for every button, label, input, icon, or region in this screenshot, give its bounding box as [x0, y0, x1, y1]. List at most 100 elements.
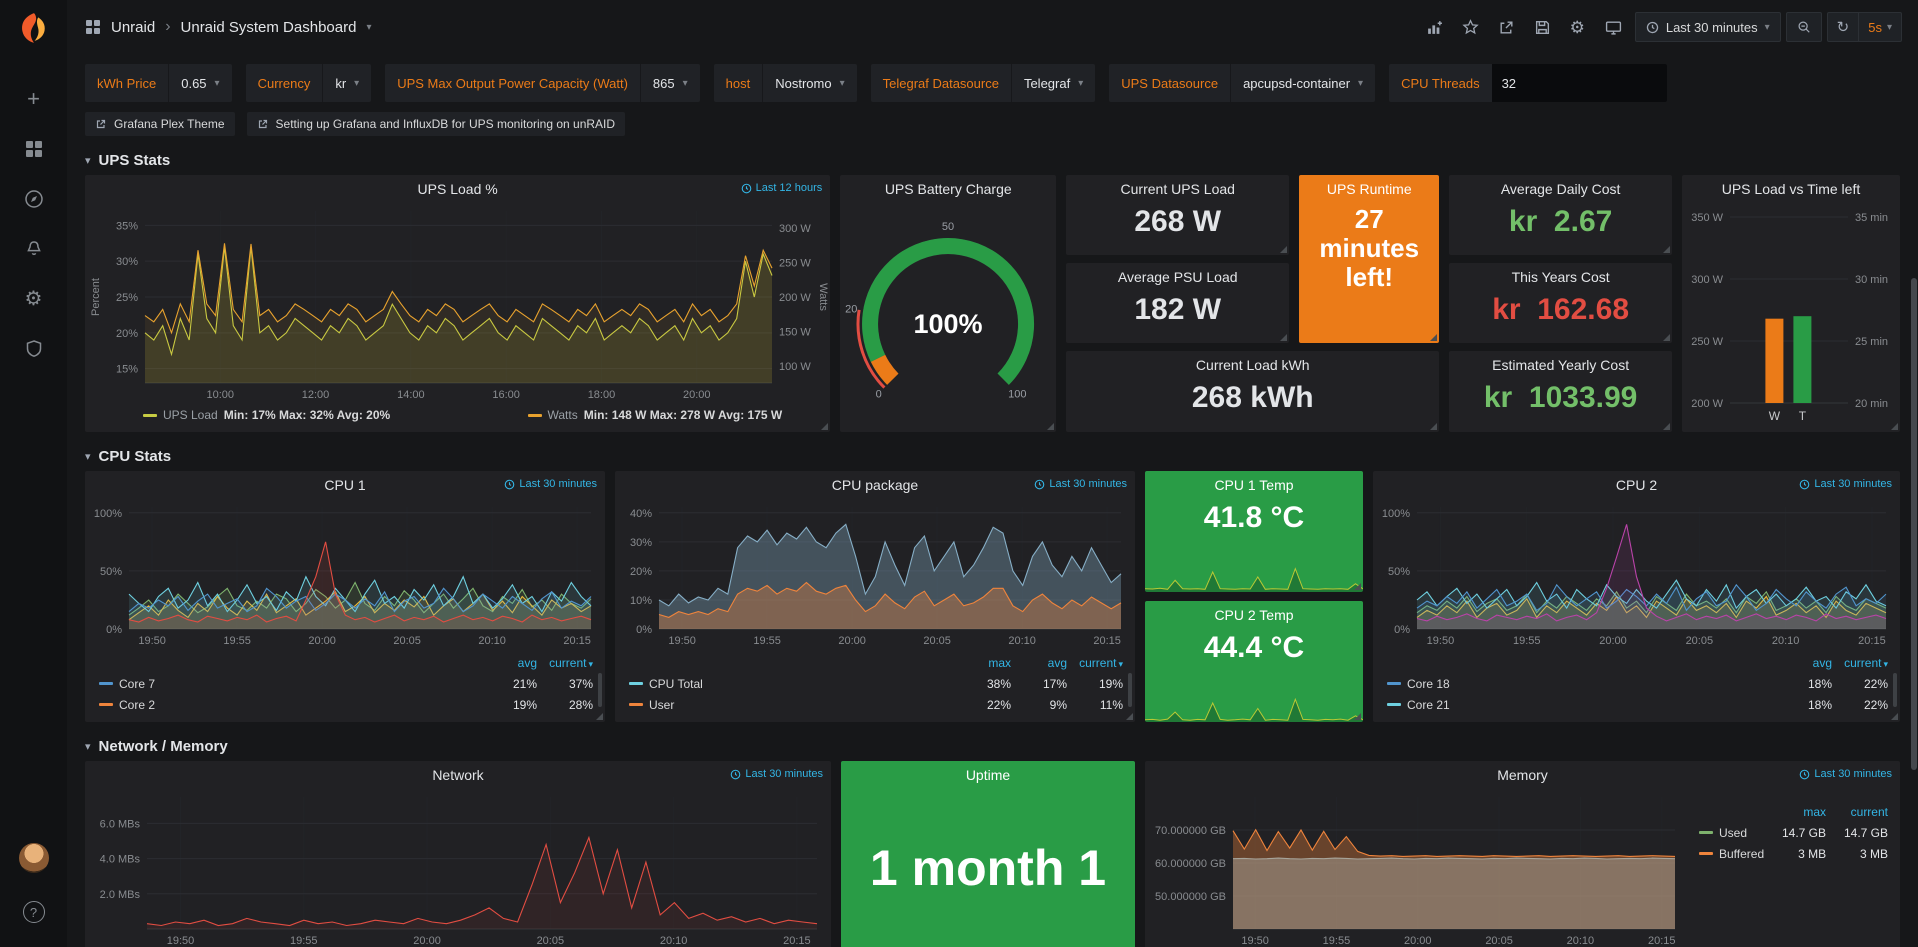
panel-resize-handle[interactable]: [1354, 713, 1361, 720]
breadcrumb-app[interactable]: Unraid: [111, 19, 155, 36]
variable-value-dropdown[interactable]: apcupsd-container▾: [1230, 64, 1375, 102]
sidebar-item-configuration[interactable]: ⚙: [12, 280, 56, 318]
panel-resize-handle[interactable]: [1663, 423, 1670, 430]
panel-resize-handle[interactable]: [1280, 334, 1287, 341]
sidebar-item-create[interactable]: +: [12, 80, 56, 118]
panel-resize-handle[interactable]: [1354, 583, 1361, 590]
panel-resize-handle[interactable]: [1047, 423, 1054, 430]
legend-sort-current[interactable]: current▾: [1832, 656, 1888, 670]
panel-time-range[interactable]: Last 30 minutes: [504, 478, 597, 490]
legend-scrollbar[interactable]: [1128, 673, 1132, 707]
panel-header[interactable]: UPS Battery Charge: [840, 175, 1056, 203]
panel-header[interactable]: Network Last 30 minutes: [85, 761, 831, 789]
legend-series-toggle[interactable]: Core 21: [1387, 698, 1776, 712]
legend-series-toggle[interactable]: Core 2: [99, 698, 481, 712]
add-panel-button[interactable]: [1419, 14, 1450, 41]
panel-time-range[interactable]: Last 30 minutes: [1799, 478, 1892, 490]
legend-series-toggle[interactable]: Used: [1699, 826, 1764, 840]
panel-resize-handle[interactable]: [1891, 423, 1898, 430]
panel-resize-handle[interactable]: [1126, 713, 1133, 720]
refresh-button[interactable]: ↻: [1828, 13, 1859, 41]
panel-header[interactable]: CPU 1 Last 30 minutes: [85, 471, 605, 499]
panel-header[interactable]: Uptime: [841, 761, 1135, 789]
panel-header[interactable]: This Years Cost: [1449, 263, 1672, 291]
panel-time-range[interactable]: Last 30 minutes: [1034, 478, 1127, 490]
panel-header[interactable]: Average Daily Cost: [1449, 175, 1672, 203]
legend-sort-avg[interactable]: avg: [1776, 656, 1832, 670]
cpu-threads-input[interactable]: [1492, 64, 1667, 102]
panel-resize-handle[interactable]: [1663, 334, 1670, 341]
panel-header[interactable]: CPU 2 Temp: [1145, 601, 1363, 629]
panel-header[interactable]: Estimated Yearly Cost: [1449, 351, 1672, 379]
legend-sort-max[interactable]: max: [1764, 805, 1826, 819]
sidebar-item-help[interactable]: ?: [12, 893, 56, 931]
variable-value-dropdown[interactable]: Telegraf▾: [1011, 64, 1095, 102]
refresh-interval-picker[interactable]: 5s ▾: [1858, 13, 1901, 41]
legend-sort-avg[interactable]: avg: [481, 656, 537, 670]
cpu2-chart[interactable]: 19:5019:5520:0020:0520:1020:15100%50%0%: [1373, 499, 1900, 649]
breadcrumb-dashboard-title[interactable]: Unraid System Dashboard: [181, 19, 357, 36]
panel-header[interactable]: Average PSU Load: [1066, 263, 1289, 291]
legend-series-toggle[interactable]: Core 7: [99, 677, 481, 691]
legend-sort-avg[interactable]: avg: [1011, 656, 1067, 670]
row-header-cpu-stats[interactable]: ▾ CPU Stats: [85, 448, 1900, 465]
panel-header[interactable]: UPS Load % Last 12 hours: [85, 175, 830, 203]
panel-resize-handle[interactable]: [1430, 423, 1437, 430]
cpu-package-chart[interactable]: 19:5019:5520:0020:0520:1020:1540%30%20%1…: [615, 499, 1135, 649]
panel-header[interactable]: UPS Load vs Time left: [1682, 175, 1900, 203]
panel-header[interactable]: CPU 1 Temp: [1145, 471, 1363, 499]
panel-resize-handle[interactable]: [596, 713, 603, 720]
row-header-ups-stats[interactable]: ▾ UPS Stats: [85, 152, 1900, 169]
panel-resize-handle[interactable]: [1663, 246, 1670, 253]
variable-value-dropdown[interactable]: kr▾: [322, 64, 371, 102]
save-dashboard-button[interactable]: [1527, 14, 1558, 41]
dashboard-settings-button[interactable]: ⚙: [1563, 14, 1592, 41]
sidebar-item-profile[interactable]: [12, 839, 56, 877]
legend-sort-max[interactable]: max: [955, 656, 1011, 670]
link-ups-monitoring-guide[interactable]: Setting up Grafana and InfluxDB for UPS …: [247, 112, 626, 136]
sidebar-item-explore[interactable]: [12, 180, 56, 218]
variable-value-dropdown[interactable]: Nostromo▾: [762, 64, 856, 102]
panel-resize-handle[interactable]: [1430, 334, 1437, 341]
panel-header[interactable]: Current Load kWh: [1066, 351, 1439, 379]
panel-time-range[interactable]: Last 30 minutes: [730, 768, 823, 780]
ups-battery-gauge[interactable]: 02050100100%: [840, 203, 1056, 429]
ups-load-chart[interactable]: 10:0012:0014:0016:0018:0020:0035%30%25%2…: [85, 203, 830, 403]
legend-item[interactable]: UPS LoadMin: 17% Max: 32% Avg: 20%: [143, 408, 390, 422]
page-scrollbar[interactable]: [1911, 278, 1917, 770]
panel-time-range[interactable]: Last 30 minutes: [1799, 768, 1892, 780]
variable-value-dropdown[interactable]: 865▾: [640, 64, 700, 102]
panel-header[interactable]: Current UPS Load: [1066, 175, 1289, 203]
sidebar-item-dashboards[interactable]: [12, 130, 56, 168]
panel-header[interactable]: CPU package Last 30 minutes: [615, 471, 1135, 499]
panel-time-range[interactable]: Last 12 hours: [741, 182, 823, 194]
memory-chart[interactable]: 19:5019:5520:0020:0520:1020:1570.000000 …: [1145, 789, 1685, 947]
kiosk-mode-button[interactable]: [1597, 14, 1630, 41]
panel-header[interactable]: Memory Last 30 minutes: [1145, 761, 1900, 789]
panel-resize-handle[interactable]: [821, 423, 828, 430]
sidebar-item-server-admin[interactable]: [12, 330, 56, 368]
star-dashboard-button[interactable]: [1455, 14, 1486, 41]
time-range-picker[interactable]: Last 30 minutes ▾: [1635, 12, 1781, 42]
legend-sort-current[interactable]: current▾: [1067, 656, 1123, 670]
link-grafana-plex-theme[interactable]: Grafana Plex Theme: [85, 112, 235, 136]
cpu1-chart[interactable]: 19:5019:5520:0020:0520:1020:15100%50%0%: [85, 499, 605, 649]
panel-resize-handle[interactable]: [1280, 246, 1287, 253]
grafana-logo[interactable]: [15, 10, 53, 48]
panel-resize-handle[interactable]: [1891, 713, 1898, 720]
variable-value-dropdown[interactable]: 0.65▾: [168, 64, 231, 102]
share-dashboard-button[interactable]: [1491, 14, 1522, 41]
legend-series-toggle[interactable]: Core 18: [1387, 677, 1776, 691]
legend-series-toggle[interactable]: Buffered: [1699, 847, 1764, 861]
legend-sort-current[interactable]: current▾: [537, 656, 593, 670]
panel-header[interactable]: UPS Runtime: [1299, 175, 1439, 203]
legend-series-toggle[interactable]: User: [629, 698, 955, 712]
zoom-out-button[interactable]: [1786, 12, 1822, 42]
row-header-network-memory[interactable]: ▾ Network / Memory: [85, 738, 1900, 755]
sidebar-item-alerting[interactable]: [12, 230, 56, 268]
chevron-down-icon[interactable]: ▾: [366, 22, 371, 33]
network-chart[interactable]: 19:5019:5520:0020:0520:1020:156.0 MBs4.0…: [85, 789, 831, 947]
legend-series-toggle[interactable]: CPU Total: [629, 677, 955, 691]
panel-header[interactable]: CPU 2 Last 30 minutes: [1373, 471, 1900, 499]
ups-load-vs-time-chart[interactable]: 350 W300 W250 W200 W35 min30 min25 min20…: [1682, 203, 1900, 429]
